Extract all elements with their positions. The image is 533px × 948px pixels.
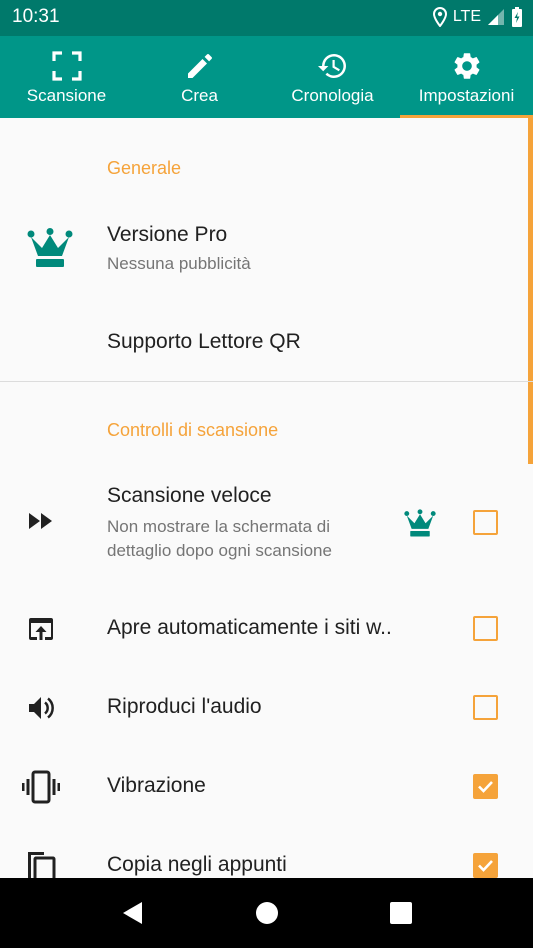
crown-icon [27, 228, 73, 267]
tab-label: Scansione [26, 86, 107, 105]
pref-title: Riproduci l'audio [107, 695, 262, 718]
history-icon [317, 54, 346, 78]
pref-title: Apre automaticamente i siti w.. [107, 616, 392, 639]
open-sites-checkbox[interactable] [473, 616, 498, 641]
back-icon[interactable] [120, 900, 146, 926]
fast-scan-checkbox[interactable] [473, 510, 498, 535]
tab-cronologia[interactable]: Cronologia [266, 36, 399, 118]
check-icon [478, 781, 493, 793]
pref-title: Vibrazione [107, 774, 206, 797]
tab-crea[interactable]: Crea [133, 36, 266, 118]
clipboard-checkbox[interactable] [473, 853, 498, 878]
pref-title: Copia negli appunti [107, 853, 287, 876]
tab-scansione[interactable]: Scansione [0, 36, 133, 118]
volume-icon [29, 697, 54, 719]
pref-title: Supporto Lettore QR [107, 330, 301, 353]
status-bar: 10:31 LTE [0, 0, 533, 36]
location-icon [432, 7, 447, 27]
vibration-checkbox[interactable] [473, 774, 498, 799]
status-time: 10:31 [12, 6, 60, 27]
scrollbar[interactable] [528, 118, 533, 464]
tab-bar: Scansione Crea Cronologia Impostazioni [0, 36, 533, 118]
section-title-general: Generale [107, 158, 182, 178]
pref-summary: Non mostrare la schermata di dettaglio d… [107, 517, 332, 560]
tab-label: Impostazioni [418, 86, 515, 105]
pref-summary: Nessuna pubblicità [107, 254, 251, 273]
status-icons: LTE [432, 7, 523, 27]
tab-label: Cronologia [291, 86, 374, 105]
audio-checkbox[interactable] [473, 695, 498, 720]
tab-impostazioni[interactable]: Impostazioni [400, 36, 533, 118]
settings-list[interactable]: Generale Versione Pro Nessuna pubblicità… [0, 118, 533, 878]
gear-icon [454, 53, 479, 79]
tab-label: Crea [181, 86, 218, 105]
signal-icon [488, 9, 504, 25]
copy-icon [28, 852, 56, 878]
check-icon [478, 860, 493, 872]
system-nav-bar [0, 878, 533, 948]
section-title-scan: Controlli di scansione [107, 420, 279, 440]
pref-title: Scansione veloce [107, 484, 272, 507]
recents-icon[interactable] [388, 900, 414, 926]
network-type: LTE [452, 8, 481, 25]
divider [0, 381, 533, 382]
home-icon[interactable] [254, 900, 280, 926]
fast-forward-icon [29, 513, 52, 529]
crown-icon [404, 509, 436, 537]
battery-icon [512, 7, 522, 27]
scan-icon [51, 51, 82, 81]
pref-title: Versione Pro [107, 223, 228, 246]
pencil-icon [187, 54, 212, 78]
open-in-browser-icon [29, 618, 53, 640]
vibration-icon [22, 770, 60, 804]
